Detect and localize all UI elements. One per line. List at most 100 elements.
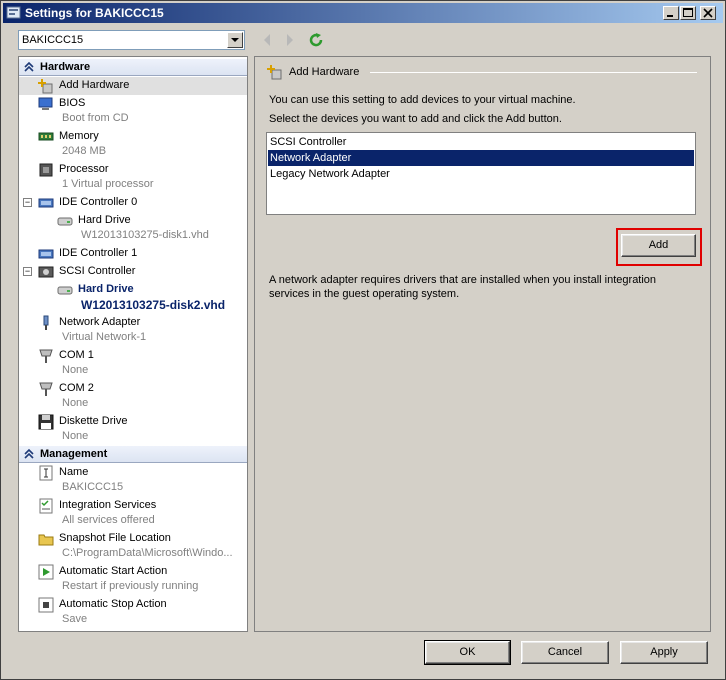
- tree-item-label: COM 1: [59, 349, 94, 361]
- tree-item-label: Snapshot File Location: [59, 532, 171, 544]
- tree-item-hard-drive-disk1[interactable]: Hard Drive W12013103275-disk1.vhd: [19, 212, 247, 244]
- scsi-controller-icon: [38, 264, 54, 280]
- tree-item-network-adapter[interactable]: Network Adapter Virtual Network-1: [19, 314, 247, 346]
- tree-item-label: IDE Controller 1: [59, 247, 138, 259]
- vm-selector-dropdown[interactable]: BAKICCC15: [18, 30, 245, 50]
- tree-item-subtext: None: [62, 364, 89, 376]
- tree-item-label: Automatic Stop Action: [59, 598, 167, 610]
- close-button[interactable]: [700, 6, 716, 20]
- collapse-chevron-icon[interactable]: [23, 61, 35, 73]
- integration-services-icon: [38, 498, 54, 514]
- stop-action-icon: [38, 597, 54, 613]
- ok-button[interactable]: OK: [424, 640, 511, 665]
- tree-item-label: Hard Drive: [78, 283, 134, 295]
- vm-selector-value: BAKICCC15: [22, 34, 84, 46]
- tree-item-add-hardware[interactable]: Add Hardware: [19, 77, 247, 95]
- tree-item-ide-controller-0[interactable]: − IDE Controller 0: [19, 194, 247, 212]
- back-arrow-icon[interactable]: [259, 31, 277, 49]
- minimize-button[interactable]: [663, 6, 679, 20]
- tree-item-snapshot-file-location[interactable]: Snapshot File Location C:\ProgramData\Mi…: [19, 530, 247, 562]
- management-section-header[interactable]: Management: [19, 446, 247, 463]
- tree-item-label: Automatic Start Action: [59, 565, 168, 577]
- memory-icon: [38, 129, 54, 145]
- tree-item-subtext: All services offered: [62, 514, 155, 526]
- add-button[interactable]: Add: [621, 234, 696, 257]
- tree-item-ide-controller-1[interactable]: IDE Controller 1: [19, 245, 247, 263]
- apply-button[interactable]: Apply: [620, 641, 708, 664]
- tree-item-label: COM 2: [59, 382, 94, 394]
- ide-controller-icon: [38, 246, 54, 262]
- heading-divider: [370, 72, 697, 73]
- tree-item-name[interactable]: Name BAKICCC15: [19, 464, 247, 496]
- tree-item-processor[interactable]: Processor 1 Virtual processor: [19, 161, 247, 193]
- intro-text: You can use this setting to add devices …: [269, 94, 576, 106]
- tree-item-subtext: Save: [62, 613, 88, 625]
- tree-item-label: BIOS: [59, 97, 86, 109]
- tree-item-subtext: Restart if previously running: [62, 580, 199, 592]
- tree-item-subtext: Boot from CD: [62, 112, 129, 124]
- device-option-scsi-controller[interactable]: SCSI Controller: [268, 134, 694, 150]
- tree-item-subtext: C:\ProgramData\Microsoft\Windo...: [62, 547, 233, 559]
- refresh-icon[interactable]: [307, 31, 325, 49]
- tree-item-label: IDE Controller 0: [59, 196, 138, 208]
- tree-item-automatic-start-action[interactable]: Automatic Start Action Restart if previo…: [19, 563, 247, 595]
- floppy-disk-icon: [38, 414, 54, 430]
- tree-item-subtext: 1 Virtual processor: [62, 178, 154, 190]
- tree-item-label: SCSI Controller: [59, 265, 136, 277]
- start-action-icon: [38, 564, 54, 580]
- details-pane: Add Hardware You can use this setting to…: [254, 56, 711, 632]
- hard-drive-icon: [57, 213, 73, 229]
- device-option-network-adapter[interactable]: Network Adapter: [268, 150, 694, 166]
- processor-icon: [38, 162, 54, 178]
- tree-item-subtext: None: [62, 430, 89, 442]
- collapse-minus-icon[interactable]: −: [23, 198, 32, 207]
- tree-item-label: Diskette Drive: [59, 415, 128, 427]
- tree-item-subtext: BAKICCC15: [62, 481, 124, 493]
- tree-item-diskette-drive[interactable]: Diskette Drive None: [19, 413, 247, 445]
- tree-item-memory[interactable]: Memory 2048 MB: [19, 128, 247, 160]
- tree-item-label: Add Hardware: [59, 79, 130, 91]
- instruction-text: Select the devices you want to add and c…: [269, 113, 562, 125]
- device-list[interactable]: SCSI Controller Network Adapter Legacy N…: [266, 132, 696, 215]
- title-bar[interactable]: Settings for BAKICCC15: [3, 3, 723, 23]
- bios-icon: [38, 96, 54, 112]
- tree-item-scsi-controller[interactable]: − SCSI Controller: [19, 263, 247, 281]
- tree-item-com1[interactable]: COM 1 None: [19, 347, 247, 379]
- tree-item-automatic-stop-action[interactable]: Automatic Stop Action Save: [19, 596, 247, 628]
- add-hardware-icon: [38, 78, 54, 94]
- add-hardware-icon: [267, 64, 283, 80]
- device-option-legacy-network-adapter[interactable]: Legacy Network Adapter: [268, 166, 694, 182]
- tree-item-bios[interactable]: BIOS Boot from CD: [19, 95, 247, 127]
- forward-arrow-icon[interactable]: [281, 31, 299, 49]
- settings-tree: Hardware Add Hardware BIOS Boot from CD …: [18, 56, 248, 632]
- management-header-label: Management: [40, 448, 108, 460]
- tree-item-subtext: None: [62, 397, 89, 409]
- driver-note-text: A network adapter requires drivers that …: [269, 274, 657, 300]
- collapse-minus-icon[interactable]: −: [23, 267, 32, 276]
- tree-item-label: Name: [59, 466, 89, 478]
- hardware-section-header[interactable]: Hardware: [19, 59, 247, 76]
- settings-window: Settings for BAKICCC15 BAKICCC15 Hardwar…: [0, 0, 726, 680]
- maximize-button[interactable]: [680, 6, 696, 20]
- tree-item-subtext: Virtual Network-1: [62, 331, 147, 343]
- cancel-button[interactable]: Cancel: [521, 641, 609, 664]
- com-port-icon: [38, 348, 54, 364]
- tree-item-integration-services[interactable]: Integration Services All services offere…: [19, 497, 247, 529]
- tree-item-label: Memory: [59, 130, 99, 142]
- tree-item-label: Integration Services: [59, 499, 157, 511]
- com-port-icon: [38, 381, 54, 397]
- tree-item-subtext: W12013103275-disk1.vhd: [81, 229, 209, 241]
- tree-item-label: Network Adapter: [59, 316, 141, 328]
- collapse-chevron-icon[interactable]: [23, 448, 35, 460]
- tree-item-subtext: W12013103275-disk2.vhd: [81, 298, 226, 312]
- section-heading: Add Hardware: [289, 66, 360, 78]
- tree-item-subtext: 2048 MB: [62, 145, 107, 157]
- snapshot-folder-icon: [38, 531, 54, 547]
- tree-item-label: Processor: [59, 163, 109, 175]
- tree-item-com2[interactable]: COM 2 None: [19, 380, 247, 412]
- chevron-down-icon[interactable]: [227, 32, 243, 48]
- name-text-icon: [38, 465, 54, 481]
- settings-app-icon: [6, 5, 22, 21]
- tree-item-hard-drive-disk2[interactable]: Hard Drive W12013103275-disk2.vhd: [19, 281, 247, 313]
- ide-controller-icon: [38, 195, 54, 211]
